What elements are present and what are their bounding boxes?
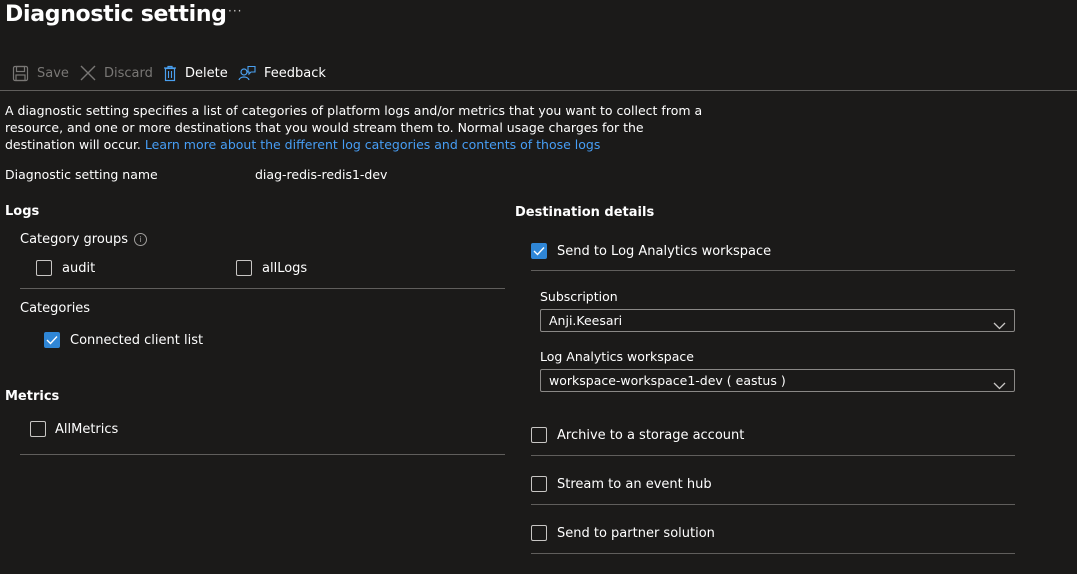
- workspace-label: Log Analytics workspace: [540, 349, 694, 364]
- logs-heading: Logs: [5, 204, 40, 219]
- event-hub-checkbox[interactable]: [531, 476, 547, 492]
- archive-divider: [531, 455, 1015, 456]
- partner-divider: [531, 553, 1015, 554]
- log-analytics-divider: [531, 270, 1015, 271]
- allmetrics-checkbox[interactable]: [30, 421, 46, 437]
- category-groups-label: Category groups i: [20, 232, 148, 247]
- description: A diagnostic setting specifies a list of…: [5, 102, 705, 153]
- subscription-value: Anji.Keesari: [549, 313, 623, 328]
- categories-label: Categories: [20, 301, 91, 316]
- setting-name-label: Diagnostic setting name: [5, 167, 158, 182]
- logs-divider: [20, 288, 505, 289]
- delete-button-label: Delete: [185, 65, 228, 81]
- archive-storage-checkbox[interactable]: [531, 427, 547, 443]
- workspace-dropdown[interactable]: workspace-workspace1-dev ( eastus ): [540, 369, 1015, 392]
- checkmark-icon: [46, 336, 58, 345]
- connected-client-list-label: Connected client list: [70, 333, 204, 348]
- discard-button-label: Discard: [104, 65, 153, 81]
- archive-storage-label: Archive to a storage account: [557, 428, 745, 443]
- destination-heading: Destination details: [515, 205, 655, 220]
- delete-button[interactable]: Delete: [163, 63, 228, 83]
- audit-label: audit: [62, 261, 96, 276]
- toolbar-divider: [0, 90, 1077, 91]
- save-button[interactable]: Save: [12, 63, 69, 83]
- diagnostic-setting-page: Diagnostic setting ··· Save Discard Dele…: [0, 0, 1077, 574]
- feedback-button-label: Feedback: [264, 65, 326, 81]
- page-title: Diagnostic setting: [5, 2, 227, 27]
- discard-button[interactable]: Discard: [80, 63, 153, 83]
- log-analytics-checkbox[interactable]: [531, 243, 547, 259]
- connected-client-list-checkbox[interactable]: [44, 332, 60, 348]
- checkmark-icon: [533, 247, 545, 256]
- chevron-down-icon: [993, 375, 1006, 396]
- alllogs-label: allLogs: [262, 261, 308, 276]
- event-hub-label: Stream to an event hub: [557, 477, 712, 492]
- more-options-button[interactable]: ···: [228, 4, 242, 18]
- log-analytics-label: Send to Log Analytics workspace: [557, 244, 772, 259]
- subscription-label: Subscription: [540, 289, 618, 304]
- feedback-icon: [238, 65, 256, 82]
- learn-more-link[interactable]: Learn more about the different log categ…: [145, 137, 600, 152]
- setting-name-value[interactable]: diag-redis-redis1-dev: [255, 167, 387, 182]
- metrics-heading: Metrics: [5, 389, 60, 404]
- trash-icon: [163, 65, 177, 82]
- subscription-dropdown[interactable]: Anji.Keesari: [540, 309, 1015, 332]
- allmetrics-label: AllMetrics: [55, 422, 119, 437]
- feedback-button[interactable]: Feedback: [238, 63, 326, 83]
- audit-checkbox[interactable]: [36, 260, 52, 276]
- event-hub-divider: [531, 504, 1015, 505]
- category-groups-text: Category groups: [20, 232, 129, 247]
- save-button-label: Save: [37, 65, 69, 81]
- alllogs-checkbox[interactable]: [236, 260, 252, 276]
- partner-solution-label: Send to partner solution: [557, 526, 715, 541]
- chevron-down-icon: [993, 315, 1006, 336]
- close-icon: [80, 65, 96, 81]
- workspace-value: workspace-workspace1-dev ( eastus ): [549, 373, 786, 388]
- save-icon: [12, 65, 29, 82]
- partner-solution-checkbox[interactable]: [531, 525, 547, 541]
- info-icon[interactable]: i: [134, 233, 148, 246]
- metrics-divider: [20, 454, 505, 455]
